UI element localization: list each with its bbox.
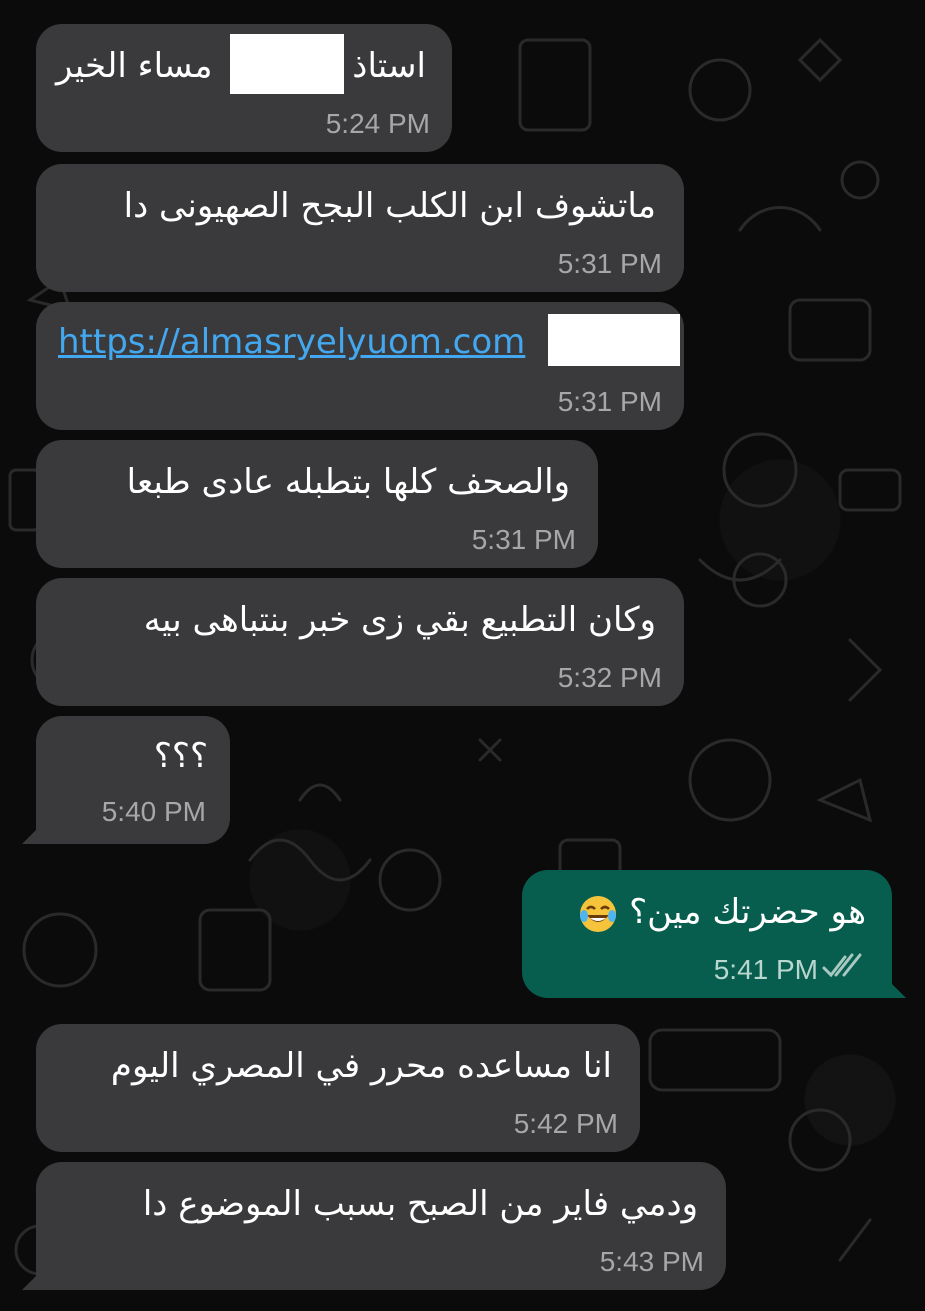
message-time: 5:31 PM [557, 386, 662, 417]
message-bubble[interactable]: https://almasryelyuom.com 5:31 PM [36, 302, 684, 430]
message-text: انا مساعده محرر في المصري اليوم [110, 1046, 612, 1086]
bubble-tail [884, 976, 906, 998]
joy-emoji-icon [580, 895, 617, 932]
message-text: ؟؟؟ [153, 736, 208, 776]
message-bubble[interactable]: والصحف كلها بتطبله عادى طبعا 5:31 PM [36, 440, 598, 568]
message-text: ماتشوف ابن الكلب البجح الصهيونى دا [123, 186, 656, 226]
message-bubble[interactable]: ماتشوف ابن الكلب البجح الصهيونى دا 5:31 … [36, 164, 684, 292]
message-link-wrap: https://almasryelyuom.com [58, 318, 525, 366]
bubble-tail [22, 1268, 44, 1290]
message-bubble[interactable]: انا مساعده محرر في المصري اليوم 5:42 PM [36, 1024, 640, 1152]
message-time: 5:41 PM [713, 954, 818, 985]
message-bubble[interactable]: ؟؟؟ 5:40 PM [22, 716, 230, 844]
message-time: 5:32 PM [557, 662, 662, 693]
message-text: هو حضرتك مين؟ [574, 888, 866, 936]
double-check-icon [822, 953, 862, 978]
message-bubble-outgoing[interactable]: هو حضرتك مين؟ 5:41 PM [522, 870, 906, 998]
message-text: وكان التطبيع بقي زى خبر بنتباهى بيه [143, 600, 656, 640]
message-text-left: مساء الخير [56, 46, 213, 86]
redacted-link-path [548, 314, 680, 366]
chat-area[interactable]: استاذ مساء الخير 5:24 PM ماتشوف ابن الكل… [0, 0, 925, 1311]
message-text-right: استاذ [352, 46, 426, 86]
message-time: 5:31 PM [471, 524, 576, 555]
message-time: 5:42 PM [513, 1108, 618, 1139]
message-time: 5:31 PM [557, 248, 662, 279]
message-text: استاذ [352, 42, 426, 90]
message-bubble[interactable]: وكان التطبيع بقي زى خبر بنتباهى بيه 5:32… [36, 578, 684, 706]
message-bubble[interactable]: ودمي فاير من الصبح بسبب الموضوع دا 5:43 … [22, 1162, 726, 1290]
message-time: 5:24 PM [325, 108, 430, 139]
redacted-name [230, 34, 344, 94]
message-link[interactable]: https://almasryelyuom.com [58, 322, 525, 362]
message-time: 5:40 PM [101, 796, 206, 827]
message-bubble[interactable]: استاذ مساء الخير 5:24 PM [36, 24, 452, 152]
bubble-tail [22, 822, 44, 844]
message-time: 5:43 PM [599, 1246, 704, 1277]
message-text: والصحف كلها بتطبله عادى طبعا [126, 462, 570, 502]
message-text: ودمي فاير من الصبح بسبب الموضوع دا [142, 1184, 698, 1224]
